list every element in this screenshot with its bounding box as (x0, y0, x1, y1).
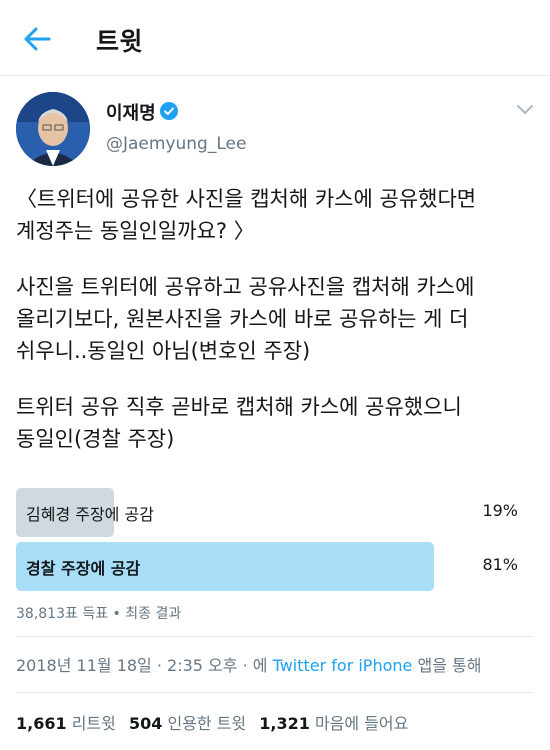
tweet-paragraph-1: 〈트위터에 공유한 사진을 캡처해 카스에 공유했다면 계정주는 동일인일까요?… (16, 187, 477, 243)
author-name[interactable]: 이재명 (106, 99, 156, 125)
retweets-count: 1,661 (16, 714, 67, 733)
retweets-label: 리트윗 (71, 714, 116, 733)
timestamp-suffix: 앱을 통해 (417, 656, 482, 675)
page-title: 트윗 (96, 27, 144, 56)
back-arrow-icon[interactable] (22, 25, 52, 53)
tweet-paragraph-3: 트위터 공유 직후 곧바로 캡처해 카스에 공유했으니 동일인(경찰 주장) (16, 395, 462, 451)
avatar[interactable] (16, 92, 90, 166)
poll-option-percent: 81% (482, 555, 518, 574)
tweet-timestamp: 2018년 11월 18일 · 2:35 오후 · 에 Twitter for … (16, 652, 481, 676)
quotes-stat[interactable]: 504 인용한 트윗 (129, 714, 246, 733)
likes-count: 1,321 (259, 714, 310, 733)
tweet-text: 〈트위터에 공유한 사진을 캡처해 카스에 공유했다면 계정주는 동일인일까요?… (16, 183, 536, 479)
source-link[interactable]: Twitter for iPhone (273, 656, 413, 675)
engagement-stats: 1,661 리트윗 504 인용한 트윗 1,321 마음에 들어요 (16, 710, 408, 734)
likes-label: 마음에 들어요 (314, 714, 409, 733)
poll-option-label: 경찰 주장에 공감 (26, 559, 141, 578)
divider (16, 636, 534, 637)
quotes-label: 인용한 트윗 (167, 714, 247, 733)
poll-meta-separator: • (112, 606, 121, 622)
avatar-image (16, 92, 90, 166)
poll-option-percent: 19% (482, 501, 518, 520)
poll-option-label: 김혜경 주장에 공감 (26, 505, 154, 524)
poll-option-1: 김혜경 주장에 공감 19% (16, 488, 536, 537)
verified-badge-icon (160, 102, 178, 120)
poll-option-2: 경찰 주장에 공감 81% (16, 542, 536, 591)
timestamp-time[interactable]: 2018년 11월 18일 · 2:35 오후 · 에 (16, 656, 267, 675)
divider (16, 692, 534, 693)
tweet-paragraph-2: 사진을 트위터에 공유하고 공유사진을 캡처해 카스에 올리기보다, 원본사진을… (16, 275, 475, 363)
chevron-down-icon[interactable] (516, 104, 534, 116)
poll-meta: 38,813표 득표 • 최종 결과 (16, 603, 181, 623)
poll-status: 최종 결과 (125, 606, 182, 622)
likes-stat[interactable]: 1,321 마음에 들어요 (259, 714, 408, 733)
poll-vote-count: 38,813표 득표 (16, 606, 109, 622)
retweets-stat[interactable]: 1,661 리트윗 (16, 714, 116, 733)
quotes-count: 504 (128, 714, 163, 733)
author-handle[interactable]: @Jaemyung_Lee (106, 134, 246, 154)
header-bar: 트윗 (0, 0, 550, 76)
